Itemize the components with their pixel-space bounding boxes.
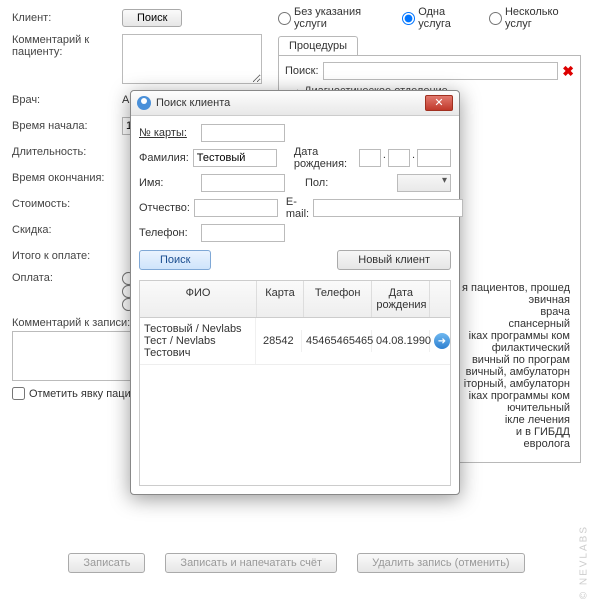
- service-radio-many[interactable]: Несколько услуг: [489, 6, 581, 30]
- dob-year-input[interactable]: [417, 149, 451, 167]
- service-radio-none[interactable]: Без указания услуги: [278, 6, 388, 30]
- col-action: [430, 281, 450, 317]
- phone-label: Телефон:: [139, 227, 197, 239]
- clear-search-icon[interactable]: ✖: [562, 63, 574, 80]
- dob-day-input[interactable]: [359, 149, 381, 167]
- col-phone[interactable]: Телефон: [304, 281, 372, 317]
- phone-input[interactable]: [201, 224, 285, 242]
- firstname-input[interactable]: [201, 174, 285, 192]
- client-search-dialog: Поиск клиента ✕ № карты: Фамилия: Дата р…: [130, 90, 460, 495]
- lastname-label: Фамилия:: [139, 152, 189, 164]
- close-icon[interactable]: ✕: [425, 95, 453, 111]
- dob-month-input[interactable]: [388, 149, 410, 167]
- save-print-button[interactable]: Записать и напечатать счёт: [165, 553, 337, 573]
- card-number-label: № карты:: [139, 127, 197, 139]
- sex-label: Пол:: [305, 177, 393, 189]
- new-client-button[interactable]: Новый клиент: [337, 250, 451, 270]
- cell-card: 28542: [256, 330, 302, 352]
- dialog-title: Поиск клиента: [156, 97, 425, 109]
- service-radio-one[interactable]: Одна услуга: [402, 6, 475, 30]
- middlename-input[interactable]: [194, 199, 278, 217]
- proc-search-label: Поиск:: [285, 65, 319, 77]
- tab-procedures[interactable]: Процедуры: [278, 36, 358, 55]
- save-button[interactable]: Записать: [68, 553, 145, 573]
- person-search-icon: [137, 96, 151, 110]
- proc-search-input[interactable]: [323, 62, 559, 80]
- results-grid: ФИО Карта Телефон Дата рождения Тестовый…: [139, 280, 451, 486]
- middlename-label: Отчество:: [139, 202, 190, 214]
- delete-button[interactable]: Удалить запись (отменить): [357, 553, 525, 573]
- card-number-input[interactable]: [201, 124, 285, 142]
- col-card[interactable]: Карта: [257, 281, 304, 317]
- cell-phone: 45465465465: [302, 330, 372, 352]
- email-label: E-mail:: [286, 196, 309, 220]
- col-fio[interactable]: ФИО: [140, 281, 257, 317]
- email-input[interactable]: [313, 199, 463, 217]
- dob-label: Дата рождения:: [294, 146, 355, 170]
- dialog-titlebar[interactable]: Поиск клиента ✕: [131, 91, 459, 116]
- modal-search-button[interactable]: Поиск: [139, 250, 211, 270]
- table-row[interactable]: Тестовый / Nevlabs Тест / Nevlabs Тестов…: [140, 318, 450, 365]
- firstname-label: Имя:: [139, 177, 197, 189]
- sex-select[interactable]: [397, 174, 451, 192]
- cell-dob: 04.08.1990: [372, 330, 430, 352]
- lastname-input[interactable]: [193, 149, 277, 167]
- cell-fio: Тестовый / Nevlabs Тест / Nevlabs Тестов…: [140, 318, 256, 364]
- select-row-icon[interactable]: ➜: [434, 333, 450, 349]
- col-dob[interactable]: Дата рождения: [372, 281, 430, 317]
- watermark: © NEVLABS: [578, 525, 589, 599]
